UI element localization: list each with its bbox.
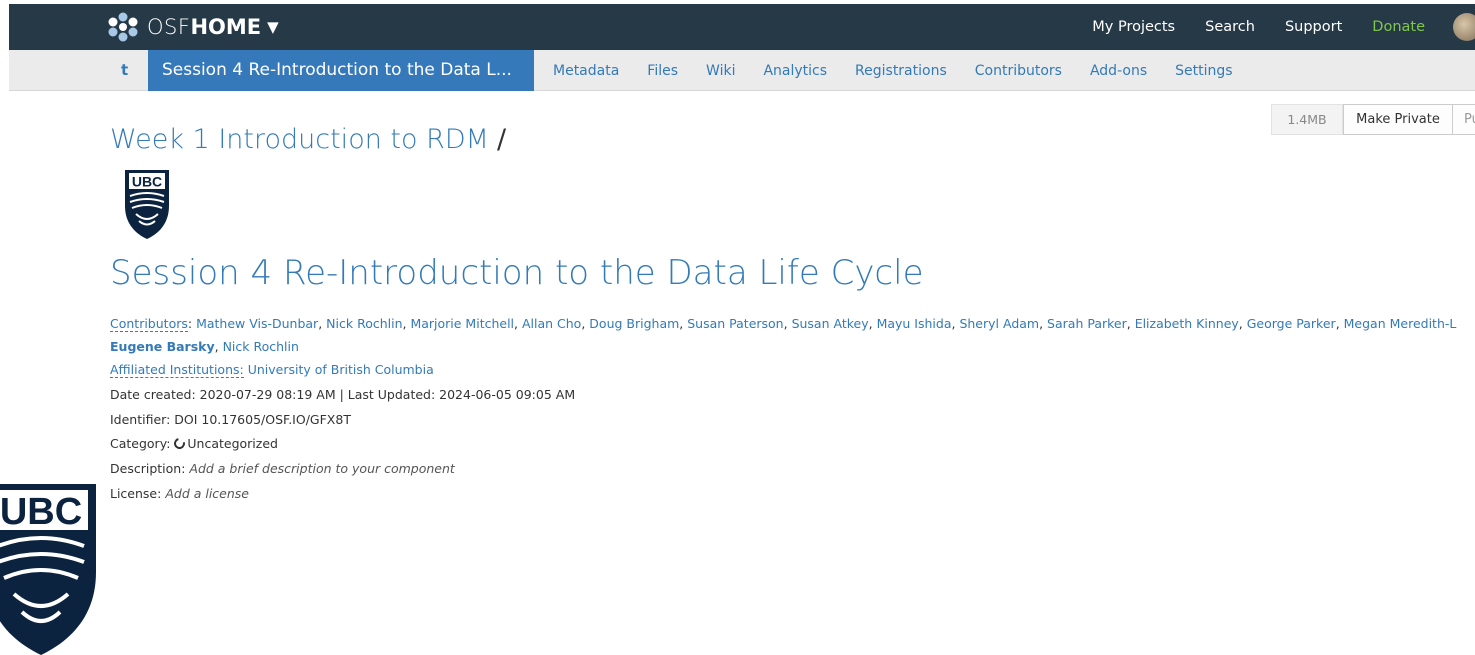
contributor-link[interactable]: Sheryl Adam [959, 316, 1039, 331]
category-line: Category: Uncategorized [110, 435, 278, 452]
caret-down-icon: ▼ [267, 18, 279, 36]
tab-files[interactable]: Files [647, 63, 678, 79]
tab-settings[interactable]: Settings [1175, 63, 1232, 79]
make-public-button[interactable]: Pu [1452, 104, 1475, 135]
uncategorized-icon [172, 435, 188, 452]
description-label: Description: [110, 461, 186, 476]
contributor-link[interactable]: Nick Rochlin [223, 339, 299, 354]
contributor-link[interactable]: Nick Rochlin [326, 316, 402, 331]
institution-link[interactable]: University of British Columbia [248, 362, 434, 377]
license-line: License: Add a license [110, 486, 249, 501]
my-projects-link[interactable]: My Projects [1092, 19, 1175, 35]
license-label: License: [110, 486, 162, 501]
user-avatar[interactable] [1453, 13, 1475, 41]
institutions-line: Affiliated Institutions: University of B… [110, 362, 434, 378]
top-links: My Projects Search Support Donate [1092, 4, 1475, 50]
breadcrumb-separator: / [497, 124, 507, 155]
search-link[interactable]: Search [1205, 19, 1255, 35]
parent-project-title[interactable]: Week 1 Introduction to RDM [110, 124, 489, 155]
description-line: Description: Add a brief description to … [110, 461, 455, 476]
contributor-link[interactable]: Susan Paterson [687, 316, 783, 331]
tab-metadata[interactable]: Metadata [553, 63, 619, 79]
contributor-link[interactable]: Susan Atkey [792, 316, 869, 331]
ubc-logo-text: UBC [132, 174, 162, 190]
tab-wiki[interactable]: Wiki [706, 63, 735, 79]
brand-home-text: HOME [190, 15, 262, 39]
institutions-label[interactable]: Affiliated Institutions: [110, 362, 244, 378]
tab-registrations[interactable]: Registrations [855, 63, 947, 79]
contributor-bold-name: Eugene Barsky [110, 339, 215, 354]
support-link[interactable]: Support [1285, 19, 1342, 35]
contributors-label[interactable]: Contributors [110, 316, 188, 332]
ubc-logo-icon: UBC [125, 170, 169, 239]
storage-size-badge: 1.4MB [1271, 104, 1343, 135]
contributor-link[interactable]: Mathew Vis-Dunbar [196, 316, 318, 331]
contributors-line: Contributors: Mathew Vis-Dunbar, Nick Ro… [110, 316, 1457, 332]
description-placeholder[interactable]: Add a brief description to your componen… [189, 461, 454, 476]
tab-add-ons[interactable]: Add-ons [1090, 63, 1147, 79]
ubc-large-logo-text: UBC [0, 491, 82, 533]
tab-contributors[interactable]: Contributors [975, 63, 1062, 79]
date-line: Date created: 2020-07-29 08:19 AM | Last… [110, 387, 576, 402]
brand-osf-text: OSF [147, 15, 191, 39]
contributor-link[interactable]: Elizabeth Kinney [1135, 316, 1239, 331]
tab-analytics[interactable]: Analytics [763, 63, 827, 79]
category-value: Uncategorized [187, 436, 278, 451]
contributor-link[interactable]: Allan Cho [522, 316, 581, 331]
page-title: Session 4 Re-Introduction to the Data Li… [110, 253, 924, 293]
contributors-line-2: Eugene Barsky, Nick Rochlin [110, 339, 299, 354]
osf-home-brand[interactable]: OSF HOME ▼ [106, 4, 279, 50]
category-label: Category: [110, 436, 171, 451]
osf-logo-icon [108, 12, 138, 42]
parent-project-link[interactable]: t [121, 50, 128, 91]
donate-link[interactable]: Donate [1372, 19, 1425, 35]
contributor-link[interactable]: George Parker [1247, 316, 1336, 331]
contributor-link[interactable]: Marjorie Mitchell [410, 316, 514, 331]
contributor-link[interactable]: Sarah Parker [1047, 316, 1127, 331]
top-navbar: OSF HOME ▼ My Projects Search Support Do… [9, 4, 1475, 50]
contributor-link[interactable]: Mayu Ishida [877, 316, 952, 331]
make-private-button[interactable]: Make Private [1343, 104, 1453, 135]
contributor-link[interactable]: Doug Brigham [589, 316, 679, 331]
contributor-link[interactable]: Eugene Barsky [110, 339, 215, 354]
project-navbar: t Session 4 Re-Introduction to the Data … [9, 50, 1475, 91]
identifier-line: Identifier: DOI 10.17605/OSF.IO/GFX8T [110, 412, 351, 427]
project-title-tab[interactable]: Session 4 Re-Introduction to the Data L.… [148, 50, 534, 91]
project-tabs: Metadata Files Wiki Analytics Registrati… [553, 50, 1261, 91]
contributor-link[interactable]: Megan Meredith-L [1344, 316, 1457, 331]
license-placeholder[interactable]: Add a license [165, 486, 249, 501]
ubc-large-logo-icon: UBC [0, 484, 96, 655]
